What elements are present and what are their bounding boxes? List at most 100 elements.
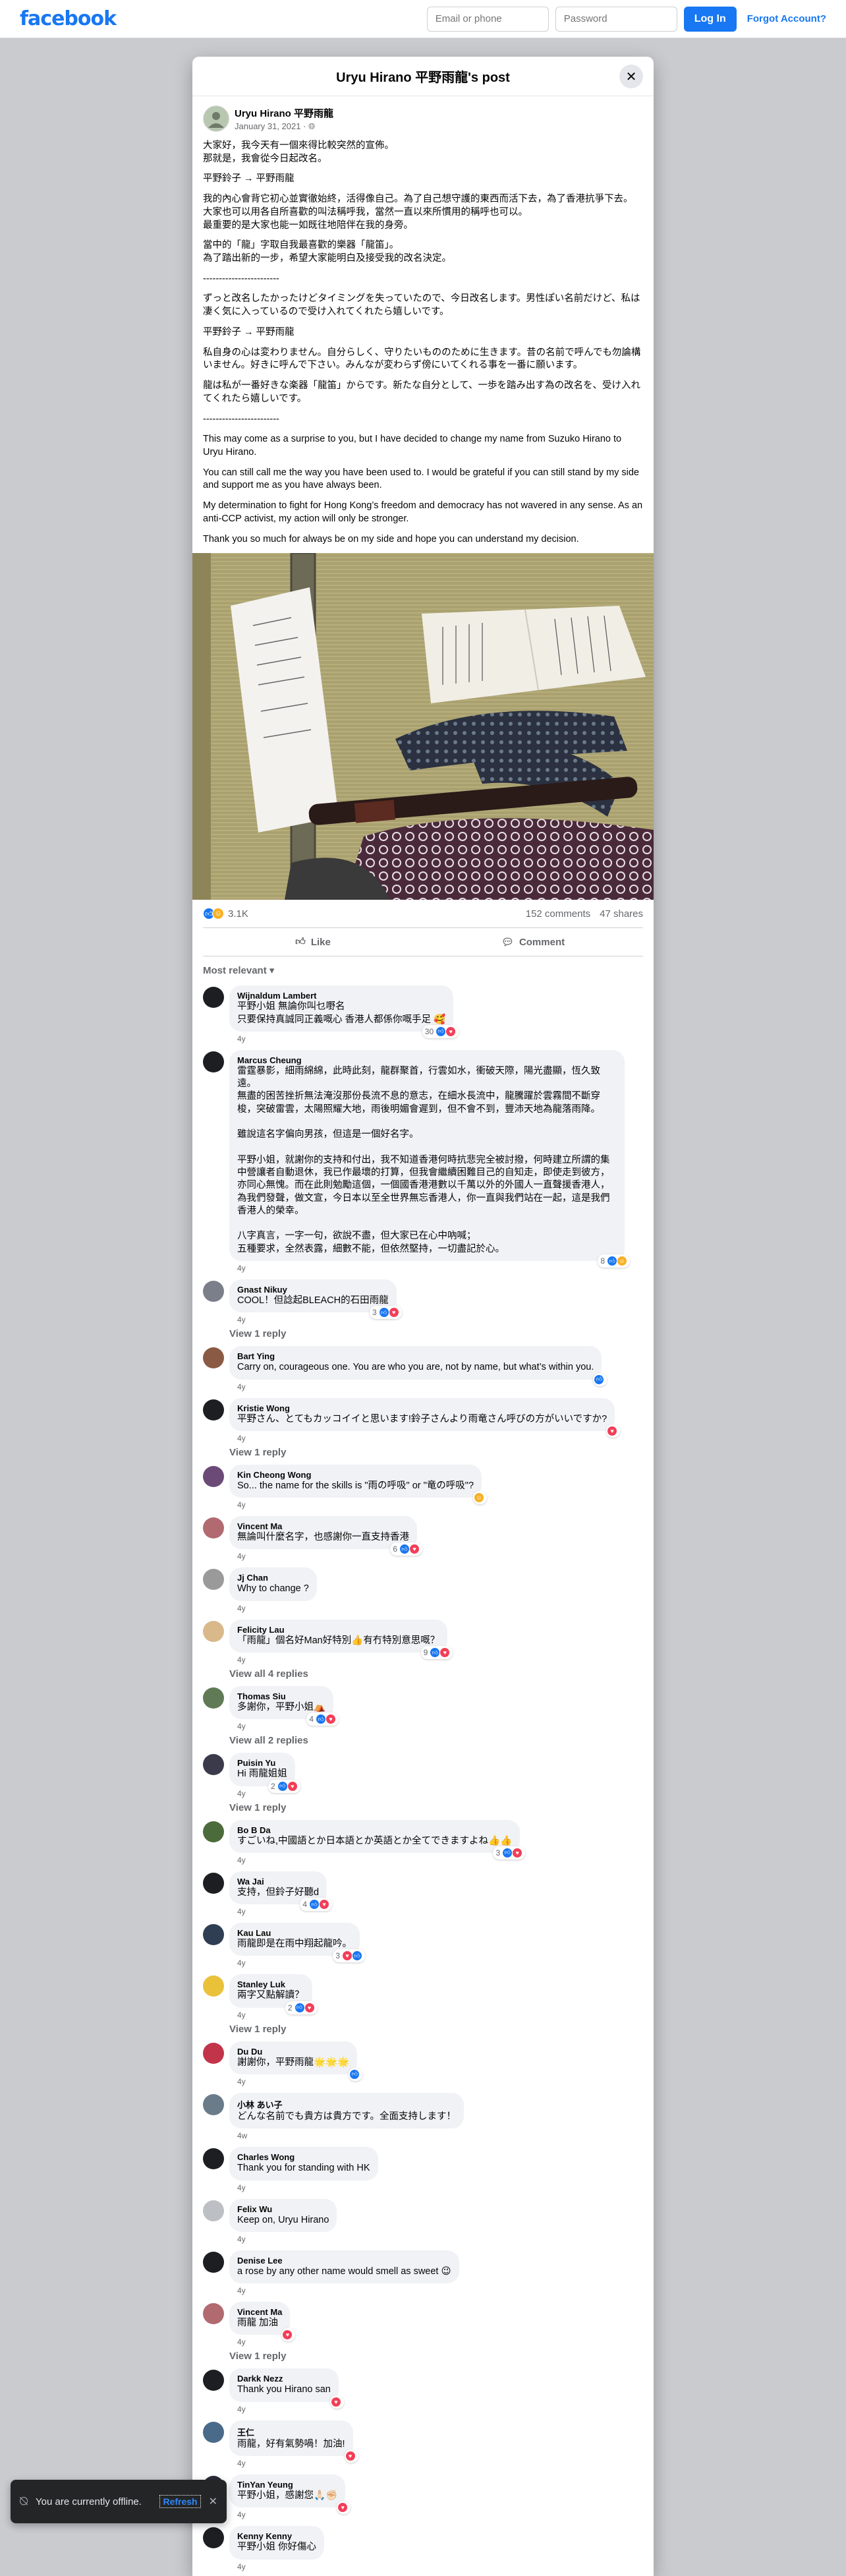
- comment-reactions[interactable]: 6 👍︎ ♥︎: [390, 1542, 422, 1556]
- commenter-avatar[interactable]: [203, 2148, 224, 2170]
- commenter-avatar[interactable]: [203, 1687, 224, 1709]
- view-replies-link[interactable]: View 1 reply: [229, 2351, 643, 2362]
- commenter-name[interactable]: Felix Wu: [237, 2204, 329, 2214]
- commenter-avatar[interactable]: [203, 1821, 224, 1842]
- comment-timestamp[interactable]: 4y: [237, 1552, 643, 1561]
- commenter-name[interactable]: Puisin Yu: [237, 1758, 287, 1768]
- view-replies-link[interactable]: View 1 reply: [229, 2024, 643, 2035]
- comment-timestamp[interactable]: 4y: [237, 1958, 643, 1968]
- commenter-avatar[interactable]: [203, 1517, 224, 1539]
- comment-count[interactable]: 152 comments: [526, 908, 590, 920]
- view-replies-link[interactable]: View 1 reply: [229, 1802, 643, 1813]
- commenter-name[interactable]: 小林 あい子: [237, 2098, 456, 2111]
- comment-reactions[interactable]: 👍︎: [349, 2067, 363, 2081]
- commenter-name[interactable]: Kin Cheong Wong: [237, 1470, 474, 1480]
- commenter-name[interactable]: Vincent Ma: [237, 1521, 409, 1531]
- comment-timestamp[interactable]: 4y: [237, 1264, 643, 1273]
- comment-reactions[interactable]: 4 👍︎ ♥︎: [306, 1712, 339, 1726]
- comment-button[interactable]: 💬︎ Comment: [423, 928, 643, 956]
- comment-timestamp[interactable]: 4y: [237, 1907, 643, 1916]
- author-avatar[interactable]: [203, 105, 229, 132]
- commenter-avatar[interactable]: [203, 2093, 224, 2115]
- commenter-name[interactable]: 王仁: [237, 2426, 345, 2438]
- commenter-avatar[interactable]: [203, 1976, 224, 1997]
- forgot-account-link[interactable]: Forgot Account?: [747, 13, 826, 24]
- comment-reactions[interactable]: 👍︎: [593, 1372, 607, 1386]
- refresh-button[interactable]: Refresh: [159, 2495, 201, 2508]
- commenter-avatar[interactable]: [203, 1924, 224, 1946]
- commenter-avatar[interactable]: [203, 1051, 224, 1072]
- comment-timestamp[interactable]: 4y: [237, 1722, 643, 1731]
- author-name[interactable]: Uryu Hirano 平野雨龍: [235, 106, 333, 120]
- comment-reactions[interactable]: 3 ♥︎ 👍︎: [333, 1949, 365, 1963]
- commenter-name[interactable]: TinYan Yeung: [237, 2480, 337, 2490]
- comment-reactions[interactable]: 8 👍︎ ☺︎: [598, 1254, 630, 1268]
- comment-timestamp[interactable]: 4y: [237, 1382, 643, 1391]
- commenter-name[interactable]: Kenny Kenny: [237, 2531, 316, 2541]
- commenter-avatar[interactable]: [203, 2251, 224, 2273]
- login-button[interactable]: Log In: [683, 6, 737, 32]
- comment-reactions[interactable]: 2 👍︎ ♥︎: [268, 1779, 300, 1793]
- comment-timestamp[interactable]: 4w: [237, 2131, 643, 2140]
- post-photo[interactable]: [192, 553, 654, 900]
- commenter-avatar[interactable]: [203, 1347, 224, 1369]
- comment-reactions[interactable]: ♥︎: [329, 2395, 344, 2409]
- commenter-name[interactable]: Jj Chan: [237, 1573, 309, 1583]
- commenter-name[interactable]: Denise Lee: [237, 2256, 451, 2266]
- commenter-name[interactable]: Thomas Siu: [237, 1691, 325, 1701]
- comment-timestamp[interactable]: 4y: [237, 2337, 643, 2347]
- commenter-name[interactable]: Marcus Cheung: [237, 1055, 617, 1065]
- commenter-name[interactable]: Darkk Nezz: [237, 2374, 331, 2384]
- close-icon[interactable]: ✕: [209, 2495, 217, 2508]
- commenter-name[interactable]: Wa Jai: [237, 1877, 319, 1887]
- comment-reactions[interactable]: ♥︎: [344, 2449, 358, 2463]
- comment-timestamp[interactable]: 4y: [237, 2235, 643, 2244]
- view-replies-link[interactable]: View all 2 replies: [229, 1735, 643, 1746]
- comment-timestamp[interactable]: 4y: [237, 1434, 643, 1443]
- commenter-avatar[interactable]: [203, 2421, 224, 2443]
- commenter-avatar[interactable]: [203, 2527, 224, 2549]
- commenter-name[interactable]: Bo B Da: [237, 1825, 512, 1835]
- password-field[interactable]: [555, 6, 677, 32]
- commenter-avatar[interactable]: [203, 1569, 224, 1591]
- comment-reactions[interactable]: 2 👍︎ ♥︎: [285, 2001, 318, 2014]
- commenter-name[interactable]: Du Du: [237, 2047, 349, 2057]
- commenter-name[interactable]: Kau Lau: [237, 1928, 352, 1938]
- comment-reactions[interactable]: ♥︎: [606, 1424, 621, 1438]
- commenter-avatar[interactable]: [203, 1872, 224, 1894]
- share-count[interactable]: 47 shares: [600, 908, 643, 920]
- comment-timestamp[interactable]: 4y: [237, 1604, 643, 1613]
- comment-timestamp[interactable]: 4y: [237, 2286, 643, 2295]
- commenter-avatar[interactable]: [203, 2042, 224, 2064]
- comment-timestamp[interactable]: 4y: [237, 2077, 643, 2086]
- comment-reactions[interactable]: 30 👍︎ ♥︎: [422, 1024, 459, 1038]
- commenter-avatar[interactable]: [203, 2200, 224, 2221]
- commenter-avatar[interactable]: [203, 2303, 224, 2325]
- commenter-avatar[interactable]: [203, 1465, 224, 1487]
- comment-timestamp[interactable]: 4y: [237, 1856, 643, 1865]
- commenter-name[interactable]: Gnast Nikuy: [237, 1285, 389, 1295]
- commenter-avatar[interactable]: [203, 987, 224, 1009]
- commenter-name[interactable]: Felicity Lau: [237, 1625, 439, 1635]
- email-field[interactable]: [426, 6, 549, 32]
- commenter-avatar[interactable]: [203, 1399, 224, 1420]
- comment-reactions[interactable]: 4 👍︎ ♥︎: [300, 1898, 333, 1912]
- comment-timestamp[interactable]: 4y: [237, 2405, 643, 2414]
- view-replies-link[interactable]: View 1 reply: [229, 1328, 643, 1339]
- commenter-avatar[interactable]: [203, 1620, 224, 1642]
- comment-timestamp[interactable]: 4y: [237, 1315, 643, 1324]
- commenter-avatar[interactable]: [203, 1754, 224, 1776]
- facebook-logo[interactable]: facebook: [20, 7, 117, 30]
- comment-reactions[interactable]: 9 👍︎ ♥︎: [420, 1646, 453, 1659]
- view-replies-link[interactable]: View all 4 replies: [229, 1668, 643, 1680]
- comment-timestamp[interactable]: 4y: [237, 2183, 643, 2192]
- commenter-name[interactable]: Stanley Luk: [237, 1979, 304, 1989]
- comment-timestamp[interactable]: 4y: [237, 1500, 643, 1509]
- close-button[interactable]: ✕: [619, 65, 643, 88]
- commenter-name[interactable]: Bart Ying: [237, 1351, 594, 1361]
- comment-timestamp[interactable]: 4y: [237, 2459, 643, 2468]
- reaction-summary[interactable]: 👍︎ ☺︎ 3.1K: [203, 908, 248, 920]
- comment-timestamp[interactable]: 4y: [237, 2562, 643, 2571]
- post-date[interactable]: January 31, 2021: [235, 121, 300, 131]
- comment-timestamp[interactable]: 4y: [237, 2510, 643, 2519]
